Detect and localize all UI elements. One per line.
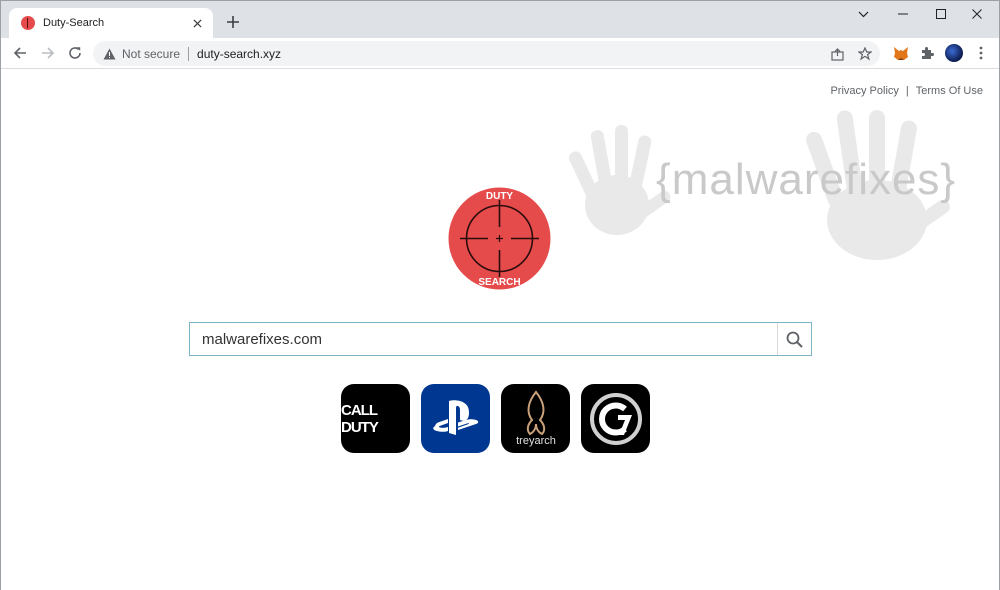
call-of-duty-shortcut[interactable]: CALL DUTY [341,384,410,453]
privacy-policy-link[interactable]: Privacy Policy [830,85,898,97]
call-of-duty-icon: CALL DUTY [341,401,379,436]
share-icon[interactable] [828,45,846,63]
playstation-shortcut[interactable] [421,384,490,453]
reload-icon[interactable] [64,42,86,64]
treyarch-shortcut[interactable]: treyarch [501,384,570,453]
playstation-icon [432,399,478,435]
extensions-puzzle-icon[interactable] [917,43,937,63]
new-tab-button[interactable] [222,11,244,33]
url-text[interactable]: duty-search.xyz [197,47,281,61]
close-tab-icon[interactable] [189,15,205,31]
logo-bottom-text: SEARCH [478,277,520,288]
profile-avatar[interactable] [944,43,964,63]
forward-icon[interactable] [37,42,59,64]
address-bar[interactable]: Not secure duty-search.xyz [93,41,880,66]
back-icon[interactable] [9,42,31,64]
treyarch-icon: treyarch [516,389,556,447]
menu-kebab-icon[interactable] [971,43,991,63]
metamask-fox-icon[interactable] [891,43,911,63]
tab-strip: Duty-Search [1,1,999,38]
avatar [945,44,963,62]
address-separator [188,46,190,61]
security-label[interactable]: Not secure [122,47,180,61]
minimize-icon[interactable] [883,5,923,23]
c7-shortcut[interactable] [581,384,650,453]
browser-tab[interactable]: Duty-Search [9,8,213,38]
page-content: Privacy Policy | Terms Of Use {malwarefi… [1,70,999,590]
warning-icon[interactable] [102,47,116,61]
search-button[interactable] [777,323,811,355]
maximize-icon[interactable] [921,5,961,23]
shortcut-tiles: CALL DUTY treyarch [341,384,650,453]
link-separator: | [905,85,909,97]
treyarch-label: treyarch [516,435,556,447]
tab-search-icon[interactable] [843,5,883,23]
c7-icon [589,392,642,445]
search-input[interactable] [190,323,777,355]
watermark-text: {malwarefixes} [656,155,957,204]
browser-toolbar: Not secure duty-search.xyz [1,38,999,69]
search-icon [786,331,803,348]
terms-of-use-link[interactable]: Terms Of Use [916,85,983,97]
logo-top-text: DUTY [486,191,514,202]
favicon-icon [21,16,35,30]
search-form [189,322,812,356]
duty-search-logo: DUTY SEARCH [448,187,551,290]
top-links: Privacy Policy | Terms Of Use [830,85,983,97]
close-window-icon[interactable] [957,5,997,23]
bookmark-star-icon[interactable] [856,45,874,63]
tab-title: Duty-Search [43,17,105,29]
